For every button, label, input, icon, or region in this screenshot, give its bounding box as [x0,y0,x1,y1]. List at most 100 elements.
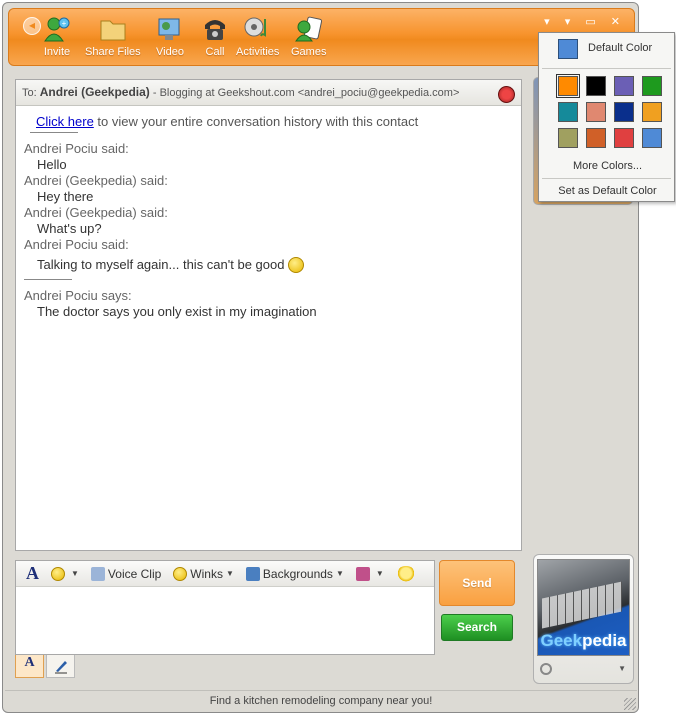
webcam-options[interactable]: ▼ [540,663,628,679]
more-colors-item[interactable]: More Colors... [539,160,676,172]
conversation-history: To: Andrei (Geekpedia) - Blogging at Gee… [15,79,522,551]
color-picker-menu: Default Color More Colors... Set as Defa… [538,32,675,202]
activities-button[interactable]: Activities [236,15,279,58]
backgrounds-label: Backgrounds [262,566,333,581]
color-swatch[interactable] [586,102,606,122]
color-swatch[interactable] [614,128,634,148]
call-label: Call [205,46,225,58]
color-swatch[interactable] [614,76,634,96]
message-sender: Andrei Pociu said: [24,237,129,252]
chevron-down-icon: ▼ [71,569,79,578]
history-link[interactable]: Click here [36,114,94,129]
message-row: Talking to myself again... this can't be… [24,257,521,273]
invite-icon: + [44,17,70,42]
smiley-icon [51,566,65,581]
color-swatch[interactable] [556,74,580,98]
chevron-down-icon: ▼ [335,569,344,578]
message-sender: Andrei (Geekpedia) said: [24,173,168,188]
color-swatch[interactable] [558,128,578,148]
contact-name[interactable]: Andrei (Geekpedia) [40,85,150,99]
send-button[interactable]: Send [439,560,515,606]
voice-clip-button[interactable]: Voice Clip [90,566,162,581]
default-color-label[interactable]: Default Color [588,42,652,54]
back-icon[interactable]: ◂ [23,17,41,35]
set-default-color-item[interactable]: Set as Default Color [539,185,676,197]
gift-icon [355,566,370,581]
search-button[interactable]: Search [441,614,513,641]
logo-part-pedia: pedia [582,631,627,650]
nudge-icon [395,565,416,582]
share-files-label: Share Files [85,46,141,58]
share-files-button[interactable]: Share Files [85,15,141,58]
message-text: The doctor says you only exist in my ima… [37,304,317,319]
message-text: What's up? [37,221,102,236]
backgrounds-button[interactable]: Backgrounds ▼ [245,566,344,581]
wink-icon [173,566,188,581]
input-mode-tabs: A [15,655,77,679]
ad-text[interactable]: Find a kitchen remodeling company near y… [210,695,433,707]
chevron-down-icon: ▼ [225,569,234,578]
winks-label: Winks [190,566,223,581]
message-input[interactable] [16,587,434,653]
message-sender: Andrei Pociu says: [24,288,132,303]
call-button[interactable]: Call [200,15,230,58]
separator [30,132,78,133]
my-avatar-panel: Geekpedia ▼ [533,554,634,684]
color-swatch[interactable] [614,102,634,122]
speaker-icon [90,566,105,581]
window-controls[interactable]: ▾ ▾ ▭ ✕ [544,15,626,28]
type-mode-tab[interactable]: A [15,655,44,678]
activities-label: Activities [236,46,280,58]
to-bar: To: Andrei (Geekpedia) - Blogging at Gee… [16,80,521,106]
font-icon: A [24,655,35,670]
games-icon [294,16,322,42]
winks-button[interactable]: Winks ▼ [173,566,234,581]
contact-status: - Blogging at Geekshout.com <andrei_poci… [152,87,460,99]
default-color-swatch[interactable] [558,39,578,59]
handwrite-mode-tab[interactable] [46,655,75,678]
block-contact-icon[interactable] [498,86,515,103]
color-swatch[interactable] [642,76,662,96]
color-swatch[interactable] [642,128,662,148]
menu-separator [542,178,671,179]
chevron-down-icon: ▼ [618,664,626,673]
video-icon [158,18,180,40]
gift-button[interactable]: ▼ [355,566,384,581]
pen-icon [54,661,67,674]
invite-label: Invite [43,46,71,58]
input-toolbar: A ▼ Voice Clip Winks ▼ Backgrounds ▼ ▼ [16,561,434,587]
phone-icon [205,20,225,40]
invite-button[interactable]: + Invite [42,15,72,58]
emoticon-button[interactable]: ▼ [51,566,79,581]
video-button[interactable]: Video [155,15,185,58]
geekpedia-logo: Geekpedia [538,631,629,651]
resize-grip-icon[interactable] [624,698,636,710]
keyboard-image [542,581,622,629]
message-input-area: A ▼ Voice Clip Winks ▼ Backgrounds ▼ ▼ [15,560,435,655]
color-swatch[interactable] [586,76,606,96]
color-swatch[interactable] [586,128,606,148]
color-swatch[interactable] [558,102,578,122]
webcam-icon [540,663,552,675]
voice-clip-label: Voice Clip [107,566,162,581]
video-label: Video [156,46,184,58]
message-sender: Andrei (Geekpedia) said: [24,205,168,220]
color-swatch[interactable] [642,102,662,122]
message-text: Hey there [37,189,94,204]
nudge-button[interactable] [395,565,419,582]
backgrounds-icon [245,566,260,581]
games-button[interactable]: Games [291,15,326,58]
my-avatar[interactable]: Geekpedia [537,559,630,656]
separator [24,279,72,280]
confused-emoticon-icon [288,257,305,273]
to-label: To: [22,87,37,99]
folder-icon [100,20,126,41]
menu-separator [542,68,671,69]
chevron-down-icon: ▼ [375,569,384,578]
font-icon[interactable]: A [26,563,39,584]
message-sender: Andrei Pociu said: [24,141,129,156]
history-notice: Click here to view your entire conversat… [36,114,521,130]
logo-part-geek: Geek [540,631,583,650]
svg-text:+: + [62,19,67,28]
status-bar: Find a kitchen remodeling company near y… [5,690,637,712]
